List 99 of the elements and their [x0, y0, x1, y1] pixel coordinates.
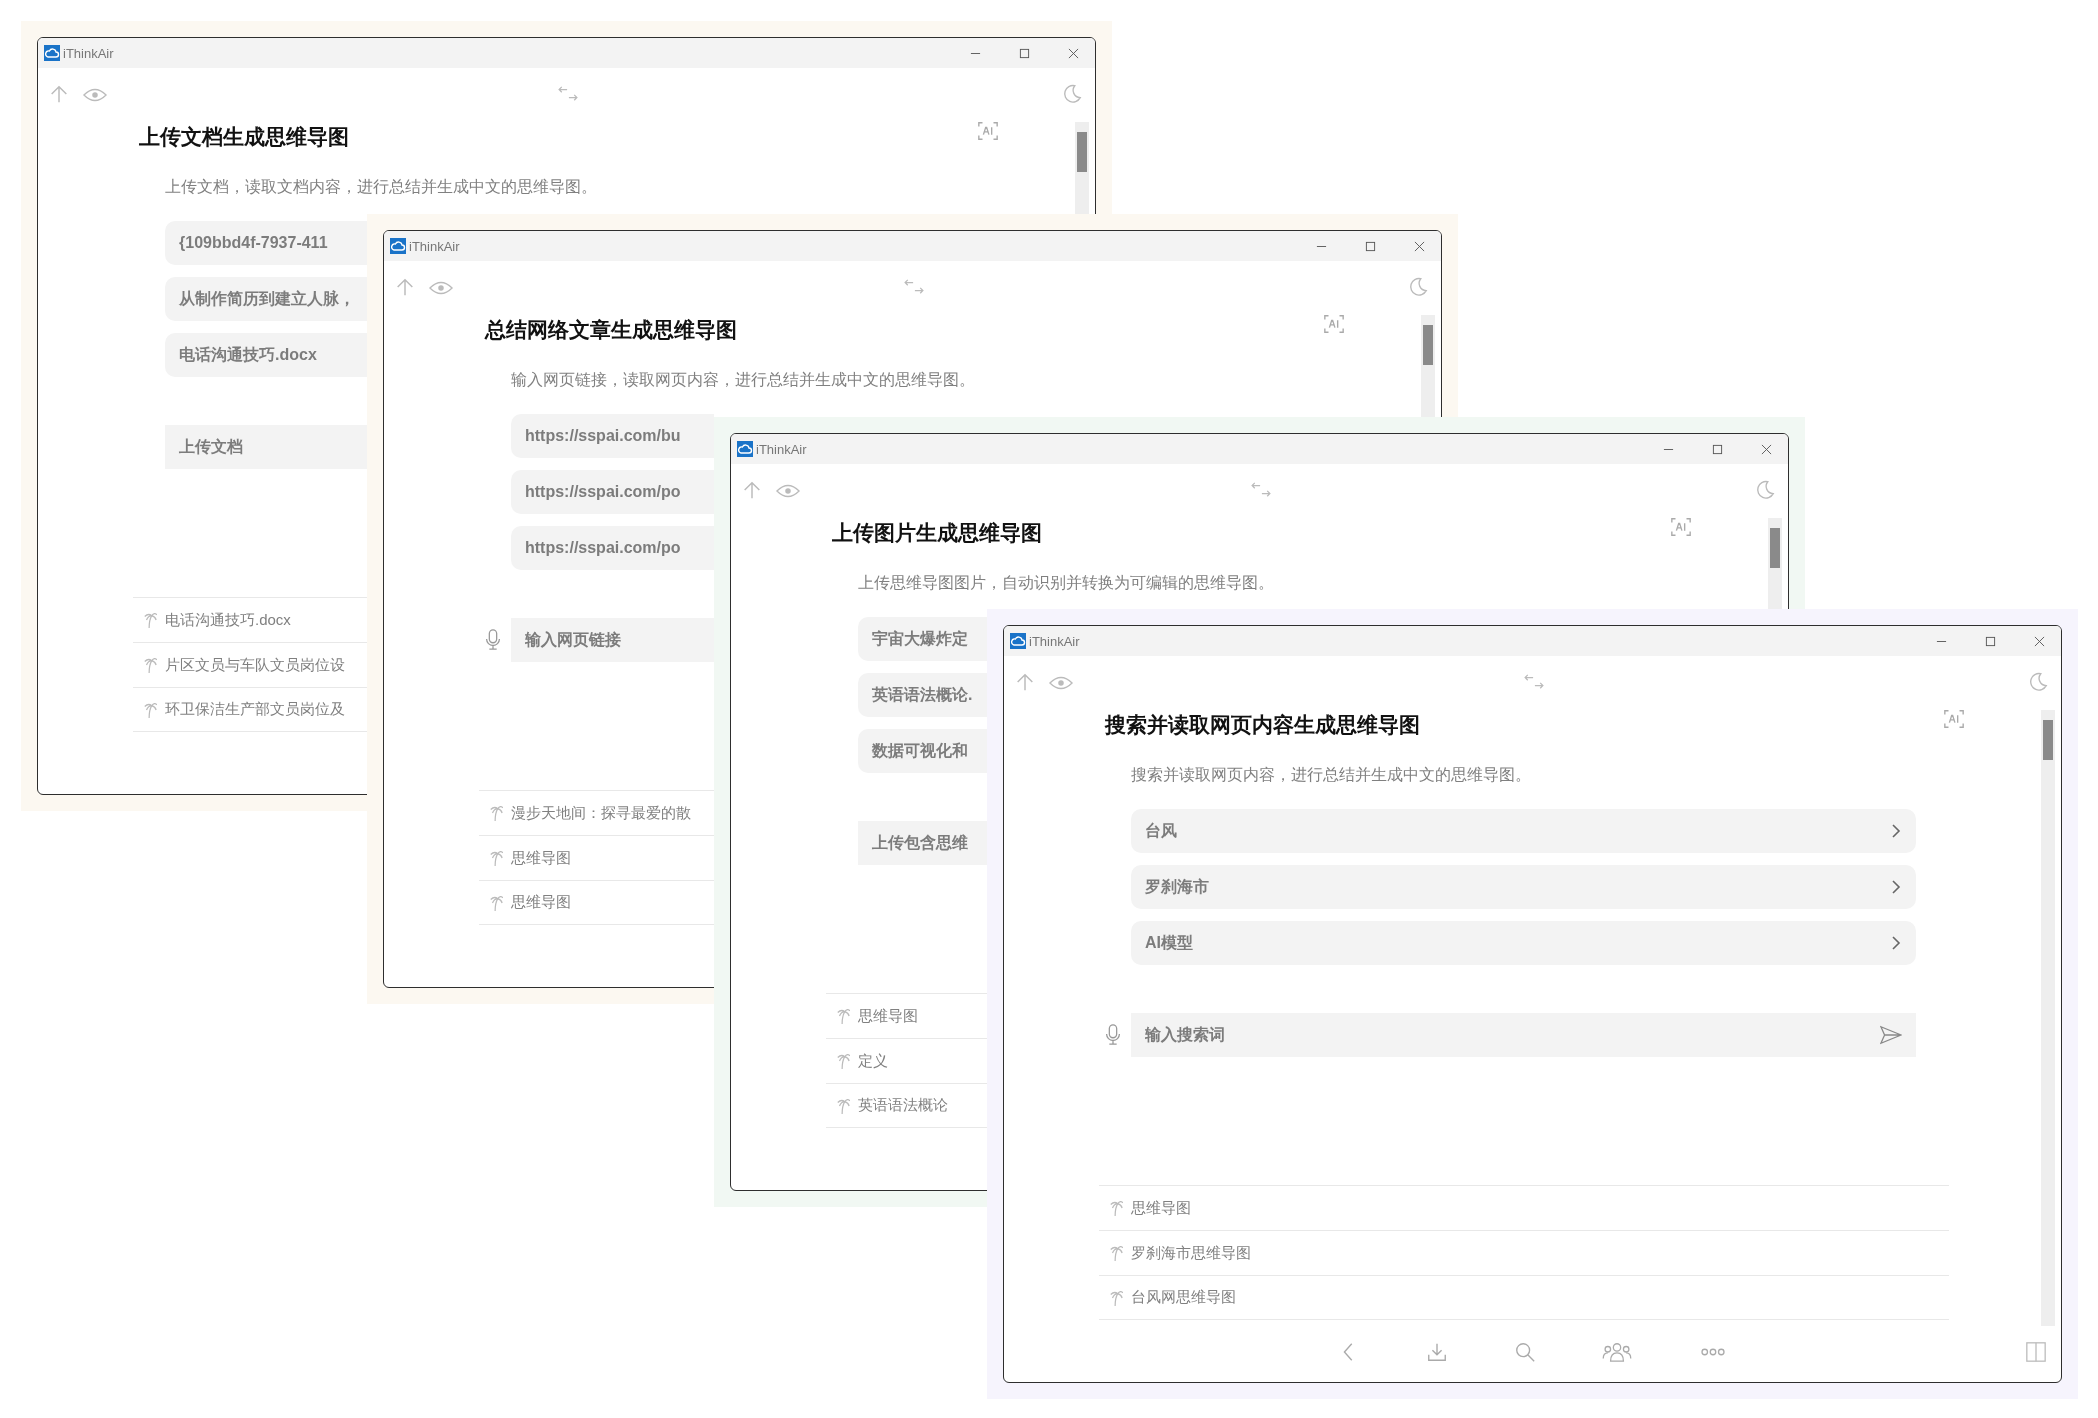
- chevron-right-icon: [1890, 879, 1902, 895]
- moon-icon[interactable]: [1061, 83, 1083, 105]
- swap-arrows-icon[interactable]: [1249, 482, 1273, 498]
- palm-tree-icon: [1109, 1199, 1123, 1217]
- people-icon[interactable]: [1601, 1341, 1632, 1363]
- arrow-up-icon[interactable]: [48, 83, 70, 105]
- close-icon[interactable]: [2034, 635, 2045, 647]
- page-heading: 上传文档生成思维导图: [139, 124, 349, 150]
- palm-tree-icon: [836, 1052, 850, 1070]
- upload-button[interactable]: 上传文档: [165, 425, 367, 469]
- download-icon[interactable]: [1425, 1341, 1448, 1363]
- history-item[interactable]: 电话沟通技巧.docx: [165, 610, 291, 630]
- maximize-icon[interactable]: [1365, 240, 1376, 252]
- history-item[interactable]: 思维导图: [858, 1006, 918, 1026]
- page-heading: 上传图片生成思维导图: [832, 520, 1042, 546]
- suggestion-item[interactable]: 台风: [1131, 809, 1916, 853]
- arrow-up-icon[interactable]: [394, 276, 416, 298]
- palm-tree-icon: [489, 849, 503, 867]
- history-item[interactable]: 台风网思维导图: [1131, 1288, 1236, 1307]
- moon-icon[interactable]: [2027, 671, 2049, 693]
- suggestion-item[interactable]: https://sspai.com/bu: [511, 414, 714, 458]
- palm-tree-icon: [1109, 1244, 1123, 1262]
- history-item[interactable]: 思维导图: [511, 893, 571, 912]
- history-item[interactable]: 思维导图: [1131, 1198, 1191, 1218]
- page-heading: 搜索并读取网页内容生成思维导图: [1105, 712, 1420, 738]
- send-button[interactable]: [1872, 1013, 1916, 1057]
- page-description: 上传文档，读取文档内容，进行总结并生成中文的思维导图。: [165, 177, 598, 197]
- moon-icon[interactable]: [1407, 276, 1429, 298]
- moon-icon[interactable]: [1754, 479, 1776, 501]
- history-item[interactable]: 片区文员与车队文员岗位设: [165, 655, 345, 675]
- close-icon[interactable]: [1068, 47, 1079, 59]
- palm-tree-icon: [836, 1096, 850, 1115]
- window-title: iThinkAir: [409, 238, 460, 254]
- suggestion-item[interactable]: 数据可视化和: [858, 729, 987, 773]
- scrollbar[interactable]: [1768, 518, 1782, 610]
- suggestion-item[interactable]: AI模型: [1131, 921, 1916, 965]
- history-item[interactable]: 罗刹海市思维导图: [1131, 1243, 1251, 1263]
- page-heading: 总结网络文章生成思维导图: [485, 317, 737, 343]
- palm-tree-icon: [143, 656, 157, 674]
- window-title: iThinkAir: [756, 441, 807, 457]
- palm-tree-icon: [489, 893, 503, 912]
- window-title: iThinkAir: [1029, 633, 1080, 649]
- scrollbar[interactable]: [2041, 710, 2055, 1326]
- suggestion-item[interactable]: 宇宙大爆炸定: [858, 617, 987, 661]
- history-item[interactable]: 漫步天地间：探寻最爱的散: [511, 803, 691, 823]
- palm-tree-icon: [143, 611, 157, 629]
- upload-button[interactable]: 上传包含思维: [858, 821, 987, 865]
- eye-icon[interactable]: [429, 280, 453, 296]
- input-field[interactable]: 输入网页链接: [511, 618, 714, 662]
- suggestion-item[interactable]: https://sspai.com/po: [511, 526, 714, 570]
- page-description: 上传思维导图图片，自动识别并转换为可编辑的思维导图。: [858, 573, 1275, 593]
- palm-tree-icon: [1109, 1288, 1123, 1307]
- window-title: iThinkAir: [63, 45, 114, 61]
- page-description: 输入网页链接，读取网页内容，进行总结并生成中文的思维导图。: [511, 370, 976, 390]
- cloud-logo-icon: [390, 238, 406, 254]
- ai-scan-icon[interactable]: [977, 120, 999, 142]
- suggestion-item[interactable]: 英语语法概论.: [858, 673, 987, 717]
- ai-scan-icon[interactable]: [1943, 708, 1965, 730]
- history-item[interactable]: 定义: [858, 1051, 888, 1071]
- palm-tree-icon: [143, 700, 157, 719]
- ai-scan-icon[interactable]: [1323, 313, 1345, 335]
- swap-arrows-icon[interactable]: [1522, 674, 1546, 690]
- eye-icon[interactable]: [83, 87, 107, 103]
- microphone-icon[interactable]: [1105, 1024, 1121, 1046]
- scrollbar[interactable]: [1421, 315, 1435, 418]
- arrow-up-icon[interactable]: [741, 479, 763, 501]
- eye-icon[interactable]: [776, 483, 800, 499]
- input-field[interactable]: 输入搜索词: [1131, 1013, 1872, 1057]
- suggestion-item[interactable]: 电话沟通技巧.docx: [165, 333, 367, 377]
- suggestion-item[interactable]: {109bbd4f-7937-411: [165, 221, 367, 265]
- ai-scan-icon[interactable]: [1670, 516, 1692, 538]
- swap-arrows-icon[interactable]: [902, 279, 926, 295]
- close-icon[interactable]: [1761, 443, 1772, 455]
- maximize-icon[interactable]: [1019, 47, 1030, 59]
- history-item[interactable]: 环卫保洁生产部文员岗位及: [165, 700, 345, 719]
- suggestion-item[interactable]: 从制作简历到建立人脉，: [165, 277, 367, 321]
- cloud-logo-icon: [1010, 633, 1026, 649]
- chevron-right-icon: [1890, 935, 1902, 951]
- palm-tree-icon: [489, 804, 503, 822]
- search-icon[interactable]: [1513, 1341, 1536, 1363]
- microphone-icon[interactable]: [485, 629, 501, 651]
- cloud-logo-icon: [737, 441, 753, 457]
- suggestion-item[interactable]: 罗刹海市: [1131, 865, 1916, 909]
- page-description: 搜索并读取网页内容，进行总结并生成中文的思维导图。: [1131, 765, 1532, 785]
- send-icon: [1880, 1025, 1902, 1045]
- suggestion-item[interactable]: https://sspai.com/po: [511, 470, 714, 514]
- split-view-icon[interactable]: [2025, 1341, 2047, 1363]
- maximize-icon[interactable]: [1712, 443, 1723, 455]
- history-item[interactable]: 英语语法概论: [858, 1096, 948, 1115]
- maximize-icon[interactable]: [1985, 635, 1996, 647]
- swap-arrows-icon[interactable]: [556, 86, 580, 102]
- eye-icon[interactable]: [1049, 675, 1073, 691]
- history-item[interactable]: 思维导图: [511, 848, 571, 868]
- close-icon[interactable]: [1414, 240, 1425, 252]
- arrow-up-icon[interactable]: [1014, 671, 1036, 693]
- palm-tree-icon: [836, 1007, 850, 1025]
- chevron-right-icon: [1890, 823, 1902, 839]
- cloud-logo-icon: [44, 45, 60, 61]
- scrollbar[interactable]: [1075, 122, 1089, 215]
